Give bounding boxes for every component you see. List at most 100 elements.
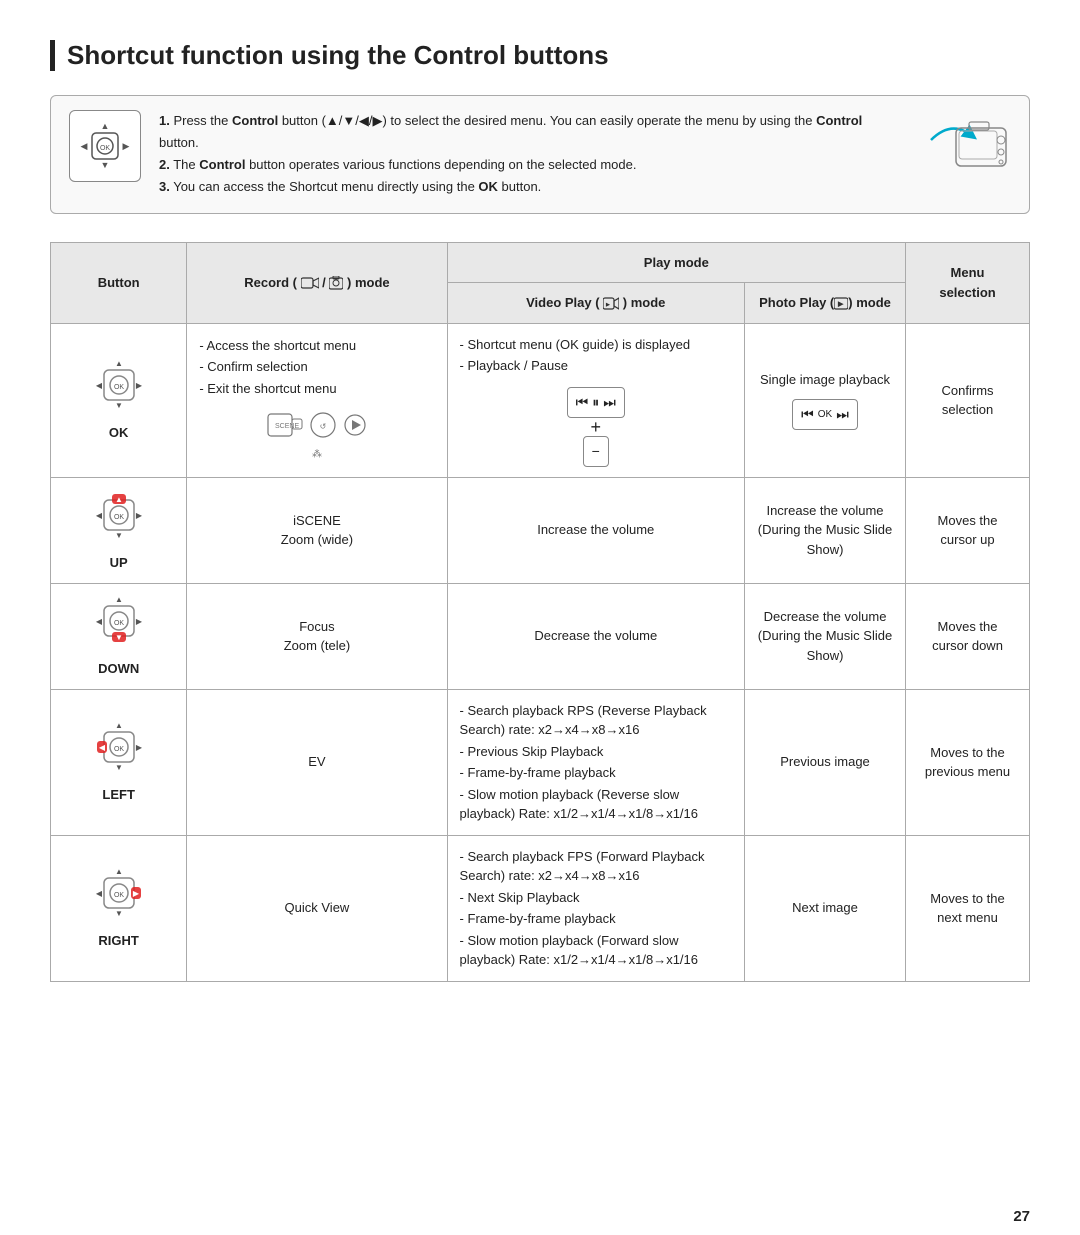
svg-text:▲: ▲ — [115, 721, 123, 730]
photo-cell-right: Next image — [744, 835, 905, 981]
photo-prev-icon: ⏮ — [801, 404, 814, 425]
col-header-menu: Menuselection — [906, 242, 1030, 323]
ok-dots-icon: ⁂ — [302, 445, 332, 465]
right-button-icon: OK ▲ ▼ ◀ ▶ — [92, 866, 146, 920]
button-cell-right: OK ▲ ▼ ◀ ▶ RIGHT — [51, 835, 187, 981]
svg-text:▶: ▶ — [837, 301, 844, 308]
svg-text:◀: ◀ — [81, 141, 88, 151]
svg-text:▲: ▲ — [115, 867, 123, 876]
col-header-record: Record ( / ) mode — [187, 242, 447, 323]
svg-text:▶: ▶ — [136, 617, 143, 626]
svg-text:OK: OK — [114, 746, 124, 753]
intro-text: 1. Press the Control button (▲/▼/◀/▶) to… — [159, 110, 883, 198]
svg-text:↺: ↺ — [320, 422, 327, 431]
video-ok-item1: Shortcut menu (OK guide) is displayed — [460, 334, 732, 356]
svg-text:▼: ▼ — [115, 531, 123, 540]
control-button-diagram: OK ▲ ▼ ◀ ▶ — [69, 110, 141, 182]
svg-text:OK: OK — [114, 514, 124, 521]
photo-cell-left: Previous image — [744, 689, 905, 835]
col-subheader-photo: Photo Play ( ▶ ) mode — [744, 283, 905, 324]
down-label: DOWN — [63, 659, 174, 679]
page-title: Shortcut function using the Control butt… — [50, 40, 1030, 71]
svg-text:⁂: ⁂ — [312, 449, 322, 460]
table-row-right: OK ▲ ▼ ◀ ▶ RIGHT Quick View Search playb… — [51, 835, 1030, 981]
record-ok-item3: Exit the shortcut menu — [199, 378, 434, 400]
button-cell-left: OK ▲ ▼ ◀ ▶ LEFT — [51, 689, 187, 835]
svg-text:OK: OK — [114, 620, 124, 627]
intro-box: OK ▲ ▼ ◀ ▶ 1. Press the Control button (… — [50, 95, 1030, 213]
left-video-item4: Slow motion playback (Reverse slow playb… — [460, 784, 732, 825]
svg-text:▼: ▼ — [101, 160, 110, 170]
control-button-icon: OK ▲ ▼ ◀ ▶ — [78, 119, 132, 173]
video-play-icon: ▶ — [603, 297, 619, 310]
svg-text:▶: ▶ — [136, 743, 143, 752]
svg-text:▲: ▲ — [115, 595, 123, 604]
menu-cell-ok: Confirms selection — [906, 323, 1030, 477]
svg-text:▼: ▼ — [115, 633, 123, 642]
svg-text:OK: OK — [114, 892, 124, 899]
next-skip-icon: ⏭ — [603, 392, 616, 413]
right-label: RIGHT — [63, 931, 174, 951]
up-button-icon: OK ▲ ▼ ◀ ▶ — [92, 488, 146, 542]
video-ok-item2: Playback / Pause — [460, 355, 732, 377]
record-cell-right: Quick View — [187, 835, 447, 981]
right-video-item1: Search playback FPS (Forward Playback Se… — [460, 846, 732, 887]
record-ok-item1: Access the shortcut menu — [199, 335, 434, 357]
left-video-item2: Previous Skip Playback — [460, 741, 732, 763]
table-row-ok: OK ▲ ▼ ◀ ▶ OK Access the shortcut menu C… — [51, 323, 1030, 477]
svg-text:▲: ▲ — [101, 121, 110, 131]
photo-next-icon: ⏭ — [836, 404, 849, 425]
svg-text:▶: ▶ — [605, 302, 611, 308]
video-cell-down: Decrease the volume — [447, 583, 744, 689]
video-cell-left: Search playback RPS (Reverse Playback Se… — [447, 689, 744, 835]
up-label: UP — [63, 553, 174, 573]
photo-mode-icon — [329, 276, 343, 290]
svg-text:▼: ▼ — [115, 763, 123, 772]
table-row-down: OK ▲ ▼ ◀ ▶ DOWN FocusZoom (tele) Decreas… — [51, 583, 1030, 689]
record-cell-up: iSCENEZoom (wide) — [187, 477, 447, 583]
camera-illustration — [901, 110, 1011, 193]
svg-text:◀: ◀ — [96, 617, 103, 626]
camera-svg — [901, 110, 1011, 190]
record-cell-left: EV — [187, 689, 447, 835]
photo-play-icon: ▶ — [834, 297, 848, 310]
table-row-up: OK ▲ ▼ ◀ ▶ UP iSCENEZoom (wide) Increase… — [51, 477, 1030, 583]
table-header-row: Button Record ( / ) mode Play mode Menus… — [51, 242, 1030, 283]
record-cell-down: FocusZoom (tele) — [187, 583, 447, 689]
right-video-item3: Frame-by-frame playback — [460, 908, 732, 930]
photo-cell-up: Increase the volume (During the Music Sl… — [744, 477, 905, 583]
right-video-item4: Slow motion playback (Forward slow playb… — [460, 930, 732, 971]
svg-text:▶: ▶ — [133, 889, 140, 898]
record-ok-item2: Confirm selection — [199, 356, 434, 378]
button-cell-down: OK ▲ ▼ ◀ ▶ DOWN — [51, 583, 187, 689]
menu-cell-up: Moves the cursor up — [906, 477, 1030, 583]
prev-skip-icon: ⏮ — [576, 392, 589, 413]
record-mode-icon — [301, 276, 319, 290]
right-video-item2: Next Skip Playback — [460, 887, 732, 909]
page-number: 27 — [1013, 1208, 1030, 1225]
video-cell-right: Search playback FPS (Forward Playback Se… — [447, 835, 744, 981]
svg-text:◀: ◀ — [96, 889, 103, 898]
left-video-item1: Search playback RPS (Reverse Playback Se… — [460, 700, 732, 741]
svg-text:▼: ▼ — [115, 401, 123, 410]
col-header-playmode: Play mode — [447, 242, 906, 283]
svg-text:▶: ▶ — [136, 511, 143, 520]
menu-cell-left: Moves to the previous menu — [906, 689, 1030, 835]
table-row-left: OK ▲ ▼ ◀ ▶ LEFT EV Search playback RPS (… — [51, 689, 1030, 835]
minus-icon: − — [592, 441, 600, 462]
photo-cell-down: Decrease the volume (During the Music Sl… — [744, 583, 905, 689]
svg-text:OK: OK — [100, 145, 110, 152]
svg-text:◀: ◀ — [99, 743, 106, 752]
svg-text:OK: OK — [114, 384, 124, 391]
photo-ok-icon: OK — [818, 407, 832, 422]
left-button-icon: OK ▲ ▼ ◀ ▶ — [92, 720, 146, 774]
svg-text:▲: ▲ — [115, 359, 123, 368]
left-video-item3: Frame-by-frame playback — [460, 762, 732, 784]
svg-text:◀: ◀ — [96, 381, 103, 390]
ok-record-mini-icon: SCENE — [267, 409, 303, 441]
svg-text:▼: ▼ — [115, 909, 123, 918]
ok-play-icon — [343, 413, 367, 437]
down-button-icon: OK ▲ ▼ ◀ ▶ — [92, 594, 146, 648]
ok-scene-icon: ↺ — [309, 411, 337, 439]
svg-text:◀: ◀ — [96, 511, 103, 520]
